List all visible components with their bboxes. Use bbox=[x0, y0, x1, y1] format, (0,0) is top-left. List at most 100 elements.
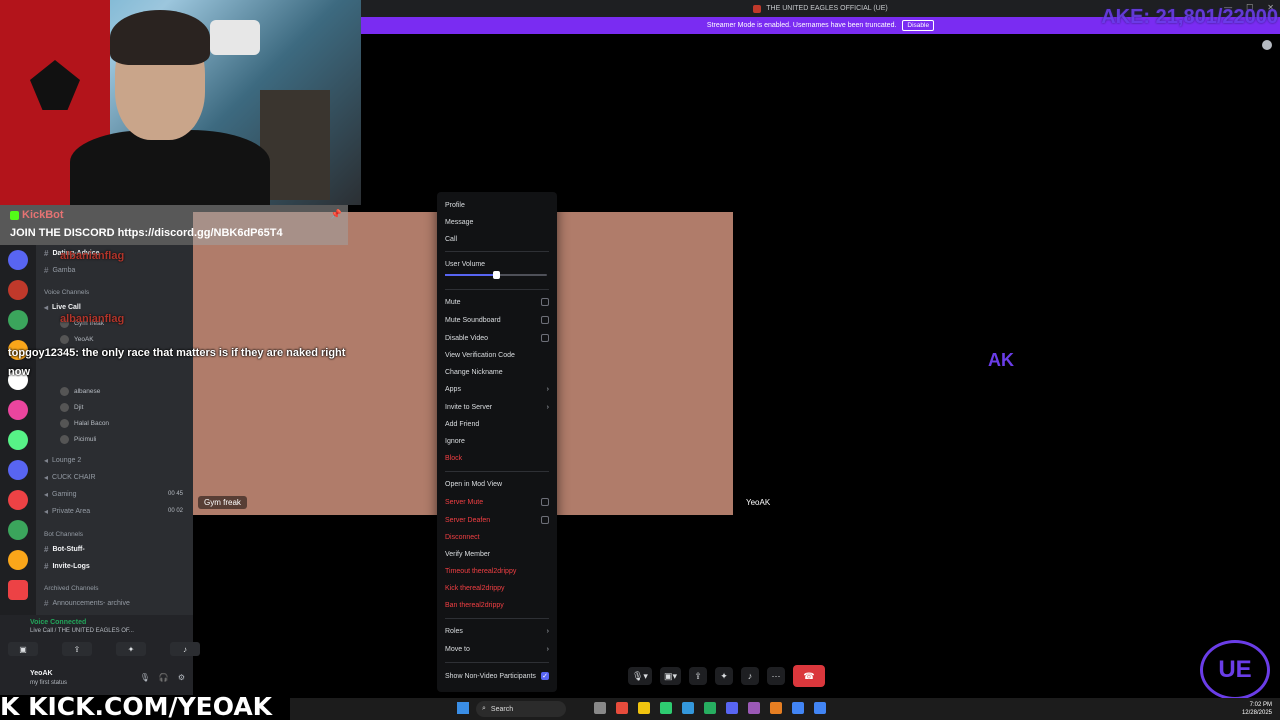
taskbar-search[interactable]: ⌕ Search bbox=[476, 701, 566, 717]
menu-call[interactable]: Call bbox=[445, 236, 549, 243]
channel-cuck-chair[interactable]: ◂ CUCK CHAIR bbox=[44, 473, 96, 482]
taskbar-app-icon[interactable] bbox=[748, 702, 760, 714]
server-icon-7[interactable] bbox=[8, 430, 28, 450]
user-volume-slider[interactable] bbox=[445, 271, 547, 279]
soundboard-button[interactable]: ♪ bbox=[170, 642, 200, 656]
server-icon-10[interactable] bbox=[8, 520, 28, 540]
menu-mute[interactable]: Mute bbox=[445, 298, 549, 306]
checkbox-checked[interactable]: ✓ bbox=[541, 672, 549, 680]
voice-channel-link[interactable]: Live Call / THE UNITED EAGLES OF... bbox=[30, 628, 134, 634]
menu-move-to[interactable]: Move to › bbox=[445, 646, 549, 653]
windows-start-icon[interactable] bbox=[457, 702, 469, 714]
menu-add-friend[interactable]: Add Friend bbox=[445, 421, 549, 428]
channel-lounge-2[interactable]: ◂ Lounge 2 bbox=[44, 456, 81, 465]
channel-invite-logs[interactable]: # Invite-Logs bbox=[44, 562, 90, 571]
checkbox[interactable] bbox=[541, 498, 549, 506]
channel-private-area[interactable]: ◂ Private Area bbox=[44, 507, 90, 516]
channel-live-call[interactable]: ◂ Live Call bbox=[44, 303, 81, 312]
menu-mod-view[interactable]: Open in Mod View bbox=[445, 481, 549, 488]
taskbar-app-icon[interactable] bbox=[594, 702, 606, 714]
voice-user-halal-bacon[interactable]: Halal Bacon bbox=[60, 419, 109, 428]
avatar bbox=[60, 435, 69, 444]
server-icon-8[interactable] bbox=[8, 460, 28, 480]
checkbox[interactable] bbox=[541, 298, 549, 306]
taskbar-app-icon[interactable] bbox=[682, 702, 694, 714]
channel-gamba[interactable]: # Gamba bbox=[44, 266, 75, 275]
channel-gaming[interactable]: ◂ Gaming bbox=[44, 490, 77, 499]
kickbot-text: JOIN THE DISCORD https://discord.gg/NBK6… bbox=[10, 227, 283, 239]
menu-invite[interactable]: Invite to Server › bbox=[445, 404, 549, 411]
menu-roles[interactable]: Roles › bbox=[445, 628, 549, 635]
menu-profile[interactable]: Profile bbox=[445, 202, 549, 209]
server-icon-2[interactable] bbox=[8, 280, 28, 300]
taskbar-app-icon[interactable] bbox=[660, 702, 672, 714]
taskbar-folder-icon[interactable] bbox=[638, 702, 650, 714]
microphone-icon[interactable]: 🎙 bbox=[140, 673, 150, 682]
menu-view-verification[interactable]: View Verification Code bbox=[445, 352, 549, 359]
voice-user-yeoak[interactable]: YeoAK bbox=[60, 335, 94, 344]
background-shelf bbox=[260, 90, 330, 200]
menu-apps[interactable]: Apps › bbox=[445, 386, 549, 393]
screen-share-button[interactable]: ⇪ bbox=[688, 667, 707, 685]
server-icon-6[interactable] bbox=[8, 400, 28, 420]
channel-bot-stuff[interactable]: # Bot-Stuff- bbox=[44, 545, 85, 554]
taskbar-discord-icon[interactable] bbox=[726, 702, 738, 714]
menu-show-non-video[interactable]: Show Non-Video Participants ✓ bbox=[445, 672, 549, 680]
server-icon-new[interactable] bbox=[8, 580, 28, 600]
menu-disable-video[interactable]: Disable Video bbox=[445, 334, 549, 342]
menu-verify-member[interactable]: Verify Member bbox=[445, 551, 549, 558]
menu-timeout[interactable]: Timeout thereal2drippy bbox=[445, 568, 549, 575]
avatar bbox=[60, 335, 69, 344]
current-username[interactable]: YeoAK bbox=[30, 670, 53, 677]
voice-user-djit[interactable]: Djit bbox=[60, 403, 83, 412]
taskbar-chrome-icon[interactable] bbox=[814, 702, 826, 714]
clock-time: 7:02 PM bbox=[1249, 702, 1272, 708]
taskbar-app-icon[interactable] bbox=[616, 702, 628, 714]
activities-button[interactable]: ✦ bbox=[714, 667, 733, 685]
camera-button[interactable]: ▣ bbox=[8, 642, 38, 656]
menu-ignore[interactable]: Ignore bbox=[445, 438, 549, 445]
hash-icon: # bbox=[44, 562, 49, 571]
disconnect-call-button[interactable]: ☎ bbox=[792, 665, 825, 687]
activities-button[interactable]: ✦ bbox=[116, 642, 146, 656]
category-archived[interactable]: Archived Channels bbox=[44, 585, 99, 592]
checkbox[interactable] bbox=[541, 334, 549, 342]
server-icon-3[interactable] bbox=[8, 310, 28, 330]
category-bot[interactable]: Bot Channels bbox=[44, 531, 83, 538]
voice-user-albanese[interactable]: albanese bbox=[60, 387, 100, 396]
checkbox[interactable] bbox=[541, 316, 549, 324]
taskbar-chrome-icon[interactable] bbox=[792, 702, 804, 714]
menu-message[interactable]: Message bbox=[445, 219, 549, 226]
server-icon-9[interactable] bbox=[8, 490, 28, 510]
taskbar-clock[interactable]: 7:02 PM 12/28/2025 bbox=[1242, 701, 1272, 717]
taskbar-app-icon[interactable] bbox=[704, 702, 716, 714]
menu-mute-soundboard[interactable]: Mute Soundboard bbox=[445, 316, 549, 324]
taskbar-app-icon[interactable] bbox=[770, 702, 782, 714]
category-voice[interactable]: Voice Channels bbox=[44, 289, 89, 296]
channel-announcements[interactable]: # Announcements- archive bbox=[44, 599, 130, 608]
checkbox[interactable] bbox=[541, 516, 549, 524]
microphone-button[interactable]: 🎙▾ bbox=[628, 667, 652, 685]
menu-ban[interactable]: Ban thereal2drippy bbox=[445, 602, 549, 609]
server-icon bbox=[753, 4, 762, 13]
menu-server-mute[interactable]: Server Mute bbox=[445, 498, 549, 506]
channel-label: Live Call bbox=[52, 304, 81, 311]
server-icon-11[interactable] bbox=[8, 550, 28, 570]
menu-server-deafen[interactable]: Server Deafen bbox=[445, 516, 549, 524]
menu-block[interactable]: Block bbox=[445, 455, 549, 462]
server-icon-1[interactable] bbox=[8, 250, 28, 270]
disable-streamer-button[interactable]: Disable bbox=[902, 20, 935, 31]
menu-kick[interactable]: Kick thereal2drippy bbox=[445, 585, 549, 592]
chat-icon[interactable] bbox=[1262, 40, 1272, 50]
headphones-icon[interactable]: 🎧 bbox=[159, 673, 169, 682]
screenshare-button[interactable]: ⇪ bbox=[62, 642, 92, 656]
voice-user-picimuli[interactable]: Picimuli bbox=[60, 435, 96, 444]
soundboard-button[interactable]: ♪ bbox=[740, 667, 759, 685]
volume-knob[interactable] bbox=[493, 271, 500, 279]
camera-toggle-button[interactable]: ▣▾ bbox=[659, 667, 681, 685]
menu-disconnect[interactable]: Disconnect bbox=[445, 534, 549, 541]
more-options-button[interactable]: ⋯ bbox=[766, 667, 785, 685]
settings-gear-icon[interactable]: ⚙ bbox=[178, 673, 185, 682]
menu-change-nickname[interactable]: Change Nickname bbox=[445, 369, 549, 376]
chevron-right-icon: › bbox=[546, 404, 549, 411]
